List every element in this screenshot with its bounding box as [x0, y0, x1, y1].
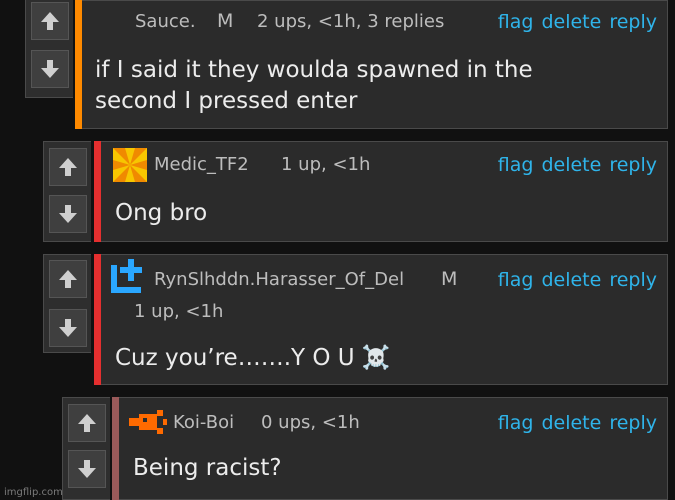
comment-text-line: Cuz you’re…….Y O U ☠️	[115, 345, 391, 371]
comment-body: Koi-Boi 0 ups, <1h flag delete reply Being…	[119, 397, 668, 500]
username[interactable]: Medic_TF2	[154, 154, 249, 175]
comment-text-line: second I pressed enter	[95, 88, 358, 114]
comment-header: Koi-Boi 0 ups, <1h flag delete reply	[119, 412, 667, 438]
upvote-button[interactable]	[68, 404, 106, 442]
arrow-up-icon	[59, 158, 77, 176]
delete-link[interactable]: delete	[541, 11, 601, 33]
upvote-button[interactable]	[31, 2, 69, 40]
comment-actions: flag delete reply	[490, 11, 657, 33]
username[interactable]: Sauce.	[135, 11, 196, 32]
comment-depth-bar	[94, 254, 101, 385]
username[interactable]: RynSlhddn.Harasser_Of_Del	[154, 269, 404, 290]
comment-text: if I said it they woulda spawned in the …	[95, 55, 533, 117]
comment-meta: 2 ups, <1h, 3 replies	[257, 11, 445, 32]
delete-link[interactable]: delete	[541, 154, 601, 176]
comment-depth-bar	[94, 141, 101, 242]
comment-meta: 1 up, <1h	[134, 301, 224, 322]
comment-header: Medic_TF2 1 up, <1h flag delete reply	[101, 154, 667, 180]
vote-column	[43, 141, 91, 242]
comment-header: Sauce. M 2 ups, <1h, 3 replies flag delet…	[82, 10, 667, 37]
comment-body: Sauce. M 2 ups, <1h, 3 replies flag delet…	[82, 0, 668, 129]
imgflip-watermark: imgflip.com	[4, 487, 63, 498]
username[interactable]: Koi-Boi	[173, 412, 234, 433]
reply-link[interactable]: reply	[609, 11, 657, 33]
comment-koi-boi: Koi-Boi 0 ups, <1h flag delete reply Being…	[62, 397, 668, 500]
reply-link[interactable]: reply	[609, 154, 657, 176]
upvote-button[interactable]	[49, 148, 87, 186]
comment-text: Being racist?	[133, 453, 282, 484]
comment-body: RynSlhddn.Harasser_Of_Del M flag delete re…	[101, 254, 668, 385]
comment-actions: flag delete reply	[490, 154, 657, 176]
comment-medic-tf2: Medic_TF2 1 up, <1h flag delete reply Ong …	[43, 141, 668, 242]
vote-column	[62, 397, 110, 500]
arrow-down-icon	[59, 319, 77, 337]
arrow-down-icon	[78, 460, 96, 478]
downvote-button[interactable]	[68, 450, 106, 488]
flag-link[interactable]: flag	[498, 154, 534, 176]
downvote-button[interactable]	[49, 195, 87, 233]
comment-actions: flag delete reply	[490, 269, 657, 291]
comment-meta: 1 up, <1h	[281, 154, 371, 175]
comment-rynslhddn: RynSlhddn.Harasser_Of_Del M flag delete re…	[43, 254, 668, 385]
comment-text-line: Being racist?	[133, 455, 282, 481]
comment-depth-bar	[75, 0, 82, 129]
arrow-up-icon	[59, 270, 77, 288]
comment-sauce: Sauce. M 2 ups, <1h, 3 replies flag delet…	[25, 0, 668, 129]
comment-meta: 0 ups, <1h	[261, 412, 360, 433]
vote-column	[25, 0, 73, 98]
comment-meta-row: 1 up, <1h	[101, 301, 667, 327]
flag-link[interactable]: flag	[498, 412, 534, 434]
downvote-button[interactable]	[31, 50, 69, 88]
comment-text: Ong bro	[115, 198, 207, 229]
comment-text-line: Ong bro	[115, 200, 208, 226]
comment-actions: flag delete reply	[490, 412, 657, 434]
vote-column	[43, 254, 91, 353]
reply-link[interactable]: reply	[609, 269, 657, 291]
mod-badge: M	[217, 10, 234, 32]
comment-header: RynSlhddn.Harasser_Of_Del M flag delete re…	[101, 268, 667, 295]
comment-body: Medic_TF2 1 up, <1h flag delete reply Ong …	[101, 141, 668, 242]
downvote-button[interactable]	[49, 309, 87, 347]
mod-badge: M	[441, 268, 458, 290]
arrow-down-icon	[59, 205, 77, 223]
arrow-down-icon	[41, 60, 59, 78]
reply-link[interactable]: reply	[609, 412, 657, 434]
delete-link[interactable]: delete	[541, 412, 601, 434]
delete-link[interactable]: delete	[541, 269, 601, 291]
flag-link[interactable]: flag	[498, 11, 534, 33]
comment-depth-bar	[112, 397, 119, 500]
flag-link[interactable]: flag	[498, 269, 534, 291]
upvote-button[interactable]	[49, 260, 87, 298]
comment-text-line: if I said it they woulda spawned in the	[95, 57, 533, 83]
comment-text: Cuz you’re…….Y O U ☠️	[115, 343, 391, 374]
arrow-up-icon	[41, 12, 59, 30]
arrow-up-icon	[78, 414, 96, 432]
